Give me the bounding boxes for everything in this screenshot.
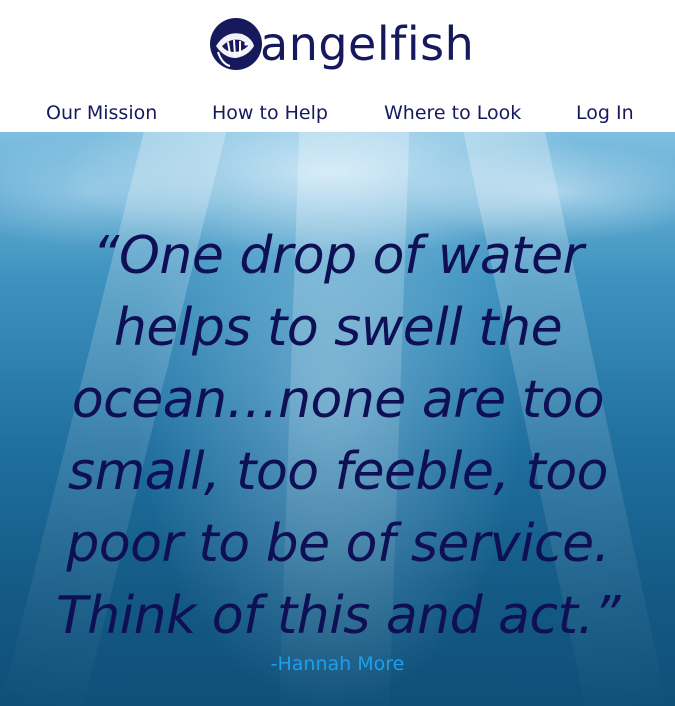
site-header: angelfish Our Mission How to Help Where … (0, 0, 675, 132)
quote-line: poor to be of service. (66, 514, 610, 574)
brand-name: angelfish (260, 17, 475, 71)
main-nav: Our Mission How to Help Where to Look Lo… (0, 98, 675, 128)
quote-line: “One drop of water (92, 226, 584, 286)
hero-banner: “One drop of water helps to swell the oc… (0, 132, 675, 706)
quote-line: small, too feeble, too (68, 442, 608, 502)
nav-our-mission[interactable]: Our Mission (46, 98, 157, 128)
quote-attribution: -Hannah More (270, 653, 405, 675)
angelfish-icon (210, 18, 262, 70)
quote-line: helps to swell the (113, 298, 563, 358)
nav-log-in[interactable]: Log In (576, 98, 634, 128)
quote-line: Think of this and act.” (55, 586, 621, 646)
nav-where-to-look[interactable]: Where to Look (384, 98, 521, 128)
nav-how-to-help[interactable]: How to Help (212, 98, 328, 128)
site-logo[interactable]: angelfish (208, 12, 474, 76)
quote-line: ocean…none are too (71, 370, 605, 430)
hero-quote: “One drop of water helps to swell the oc… (18, 220, 658, 652)
